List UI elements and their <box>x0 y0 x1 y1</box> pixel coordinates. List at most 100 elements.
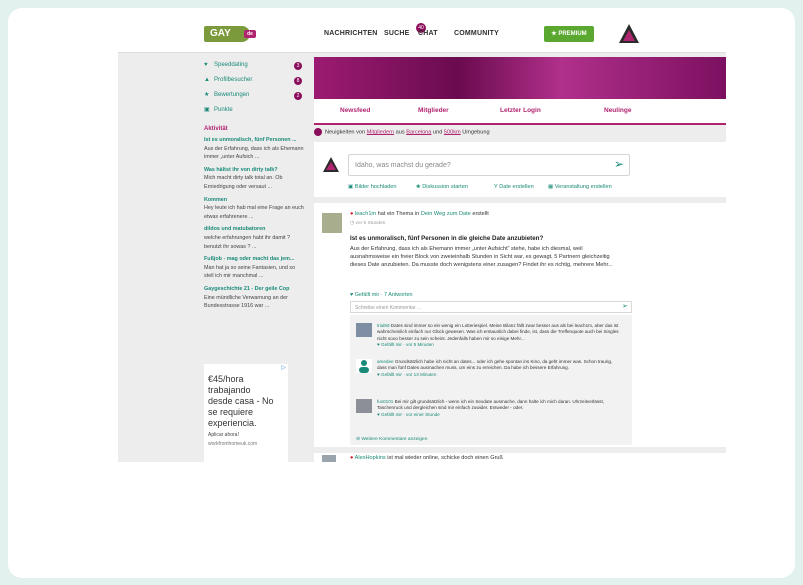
sidebar-item-speeddating[interactable]: ♥ Speeddating 3 <box>204 58 304 73</box>
ad-url: workfromhomeuk.com <box>208 441 258 447</box>
post-like-replies[interactable]: ♥ Gefällt mir · 7 Antworten <box>350 292 413 298</box>
status-input[interactable]: Idaho, was machst du gerade? <box>348 154 630 176</box>
online-dot-icon: ● <box>350 211 354 217</box>
aktivitaet-heading: Aktivität <box>204 126 228 132</box>
comment-author[interactable]: trial59 <box>377 323 390 328</box>
info-text: Umgebung <box>462 129 490 136</box>
activity-item[interactable]: Fußjob - mag oder macht das jem... Man ha… <box>204 255 304 281</box>
activity-item[interactable]: Ist es unmoralisch, fünf Personen ... Aus… <box>204 136 304 162</box>
comment-meta-text: Gefällt mir · vor 5 Minuten <box>381 342 434 348</box>
sidebar-item-label: Speeddating <box>214 62 248 68</box>
tab-neulinge[interactable]: Neulinge <box>604 107 631 114</box>
comment-meta[interactable]: ♥ Gefällt mir · vor 5 Minuten <box>377 342 434 347</box>
tab-mitglieder[interactable]: Mitglieder <box>418 107 449 114</box>
activity-item[interactable]: Was hältst ihr von dirty talk? Mich macht… <box>204 166 304 192</box>
person-icon <box>359 360 369 373</box>
ad-cta[interactable]: Aplicar ahora! <box>208 431 288 440</box>
post-time-text: vor 5 Stunden <box>355 221 386 226</box>
comment-meta[interactable]: ♥ Gefällt mir · vor 13 Minuten <box>377 372 436 377</box>
create-date-button[interactable]: Y Date erstellen <box>494 184 534 190</box>
activity-title[interactable]: Fußjob - mag oder macht das jem... <box>204 255 304 264</box>
ad-choices-icon[interactable]: ▷ <box>281 364 286 371</box>
post-composer: Idaho, was machst du gerade? ➢ ▣ Bilder … <box>314 142 726 197</box>
news-location-info: Neuigkeiten von Mitgliedern aus Barcelon… <box>314 128 490 136</box>
comment-meta-text: Gefällt mir · vor 13 Minuten <box>381 371 437 377</box>
nav-chat[interactable]: CHAT <box>418 30 438 37</box>
post-topic-link[interactable]: Dein Weg zum Date <box>421 211 471 217</box>
user-avatar-icon[interactable] <box>618 22 640 46</box>
sidebar-item-profilbesucher[interactable]: ▲ Profilbesucher 8 <box>204 73 304 88</box>
info-link-city[interactable]: Barcelona <box>406 129 431 135</box>
site-logo[interactable]: GAY de <box>204 26 256 42</box>
next-post-preview: ● AlexHopkins ist mal wieder online, sch… <box>314 453 726 462</box>
post-author[interactable]: leach1m <box>355 211 376 217</box>
newsfeed-post: ● leach1m hat ein Thema in Dein Weg zum … <box>314 203 726 447</box>
activity-item[interactable]: dildos und matubatoren welche erfahrungen… <box>204 225 304 251</box>
post-title[interactable]: Ist es unmoralisch, fünf Personen in die… <box>350 235 543 242</box>
comment-meta[interactable]: ♥ Gefällt mir · vor einer Stunde <box>377 412 440 417</box>
avatar[interactable] <box>356 323 372 337</box>
left-sidebar: ♥ Speeddating 3 ▲ Profilbesucher 8 ★ Bewertun… <box>204 58 304 311</box>
post-header: ● leach1m hat ein Thema in Dein Weg zum … <box>350 211 489 217</box>
avatar[interactable] <box>356 359 372 373</box>
activity-title[interactable]: dildos und matubatoren <box>204 225 304 234</box>
nav-community[interactable]: COMMUNITY <box>454 30 499 37</box>
sidebar-item-bewertungen[interactable]: ★ Bewertungen 2 <box>204 88 304 103</box>
sidebar-badge: 8 <box>294 77 302 85</box>
nav-nachrichten[interactable]: NACHRICHTEN <box>324 30 378 37</box>
comment-input[interactable]: Schreibe einen Kommentar ... <box>350 301 632 313</box>
like-replies-text: Gefällt mir · 7 Antworten <box>354 292 413 298</box>
next-post-author[interactable]: AlexHopkins <box>355 455 386 461</box>
info-link-radius[interactable]: 500km <box>444 129 461 135</box>
activity-title[interactable]: Gaygeschichte 21 - Der geile Cop <box>204 285 304 294</box>
comment-author[interactable]: amedee <box>377 359 394 364</box>
sidebar-badge: 3 <box>294 62 302 70</box>
avatar[interactable] <box>356 399 372 413</box>
ad-line: trabajando <box>208 385 251 395</box>
next-post-text: ist mal wieder online, schicke doch eine… <box>387 455 503 461</box>
profile-banner <box>314 57 726 99</box>
activity-title[interactable]: Was hältst ihr von dirty talk? <box>204 166 304 175</box>
comment-meta-text: Gefällt mir · vor einer Stunde <box>381 411 440 417</box>
comment-text: Bei mir gilt grundsätzlich - wenn ich ei… <box>377 399 605 411</box>
avatar[interactable] <box>322 455 336 462</box>
comment-author[interactable]: fux0101 <box>377 399 393 404</box>
activity-title[interactable]: Ist es unmoralisch, fünf Personen ... <box>204 136 304 145</box>
create-event-button[interactable]: ▦ Veranstaltung erstellen <box>548 184 612 190</box>
tab-letzter-login[interactable]: Letzter Login <box>500 107 541 114</box>
activity-item[interactable]: Kommen Hey leute ich hab mal eine Frage a… <box>204 196 304 222</box>
action-label: Bilder hochladen <box>354 184 397 190</box>
more-comments-link[interactable]: ⊖ Weitere Kommentare anzeigen <box>356 437 427 442</box>
person-icon: ▲ <box>204 77 210 83</box>
top-navigation: GAY de NACHRICHTEN SUCHE 40 CHAT COMMUNIT… <box>118 18 726 53</box>
sidebar-item-label: Profilbesucher <box>214 77 253 83</box>
ad-line: desde casa - No <box>208 396 274 406</box>
premium-button[interactable]: ★ PREMIUM <box>544 26 594 42</box>
heart-icon: ♥ <box>204 62 208 68</box>
activity-desc: Mich macht dirty talk total an. Ob Ernie… <box>204 175 283 190</box>
sidebar-item-punkte[interactable]: ▣ Punkte <box>204 103 304 118</box>
tab-newsfeed[interactable]: Newsfeed <box>340 107 370 114</box>
browser-viewport: GAY de NACHRICHTEN SUCHE 40 CHAT COMMUNIT… <box>118 18 726 462</box>
action-label: Veranstaltung erstellen <box>554 184 612 190</box>
ad-box[interactable]: ▷ €45/hora trabajando desde casa - No se… <box>204 364 288 462</box>
post-body: Aus der Erfahrung, dass ich als Ehemann … <box>350 246 613 269</box>
upload-photos-button[interactable]: ▣ Bilder hochladen <box>348 184 397 190</box>
news-icon <box>314 128 322 136</box>
post-author-avatar[interactable] <box>322 213 342 233</box>
star-icon: ★ <box>204 92 210 98</box>
online-dot-icon: ● <box>350 455 354 461</box>
info-text: aus <box>395 129 405 136</box>
activity-desc: Man hat ja so seine Fantasien, und so st… <box>204 264 296 280</box>
start-discussion-button[interactable]: ❀ Diskussion starten <box>416 184 468 190</box>
activity-title[interactable]: Kommen <box>204 196 304 205</box>
activity-desc: Eine mündliche Verwarnung an der Bundess… <box>204 294 288 310</box>
post-action-text: hat ein Thema in <box>377 211 420 217</box>
nav-suche[interactable]: SUCHE <box>384 30 410 37</box>
avatar <box>323 157 339 172</box>
info-link-mitglieder[interactable]: Mitgliedern <box>367 129 394 135</box>
ad-line: €45/hora <box>208 374 244 384</box>
activity-item[interactable]: Gaygeschichte 21 - Der geile Cop Eine mün… <box>204 285 304 311</box>
comment-send-icon[interactable]: ➢ <box>622 302 628 310</box>
send-icon[interactable]: ➢ <box>614 157 624 171</box>
